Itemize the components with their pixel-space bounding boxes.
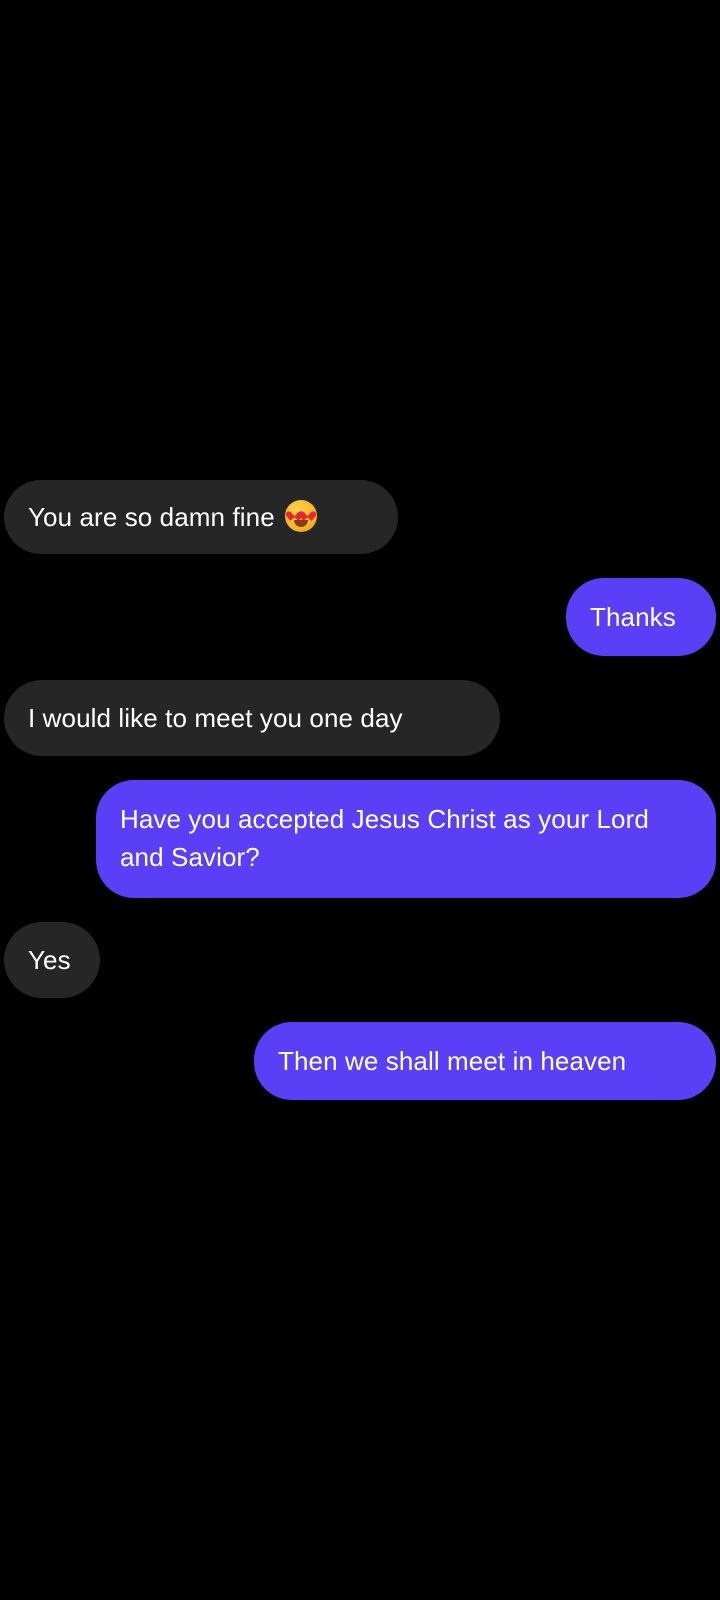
sent-message[interactable]: Have you accepted Jesus Christ as your L… — [96, 780, 716, 898]
message-text: Have you accepted Jesus Christ as your L… — [120, 804, 649, 872]
sent-message[interactable]: Thanks — [566, 578, 716, 656]
message-text: Thanks — [590, 602, 676, 632]
heart-eyes-emoji-icon — [284, 500, 317, 532]
message-text: I would like to meet you one day — [28, 703, 403, 733]
received-message[interactable]: Yes — [4, 922, 100, 998]
received-message[interactable]: You are so damn fine — [4, 480, 398, 554]
message-text: You are so damn fine — [28, 502, 275, 532]
message-text: Then we shall meet in heaven — [278, 1046, 627, 1076]
sent-message[interactable]: Then we shall meet in heaven — [254, 1022, 716, 1100]
message-text: Yes — [28, 945, 71, 975]
message-thread[interactable]: You are so damn fine Thanks I would like… — [0, 0, 720, 1600]
received-message[interactable]: I would like to meet you one day — [4, 680, 500, 756]
